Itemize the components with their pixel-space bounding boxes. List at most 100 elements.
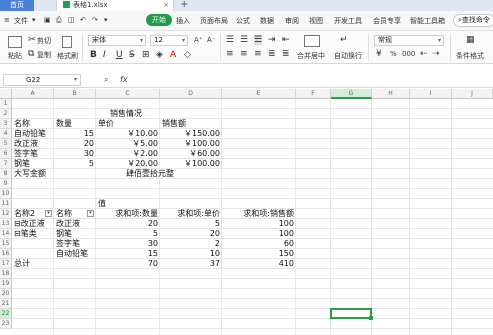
font-name-select[interactable]: 宋体 ▾ bbox=[88, 35, 146, 46]
selected-cell[interactable] bbox=[330, 308, 373, 320]
paste-icon[interactable] bbox=[8, 36, 22, 48]
menu-developer[interactable]: 开发工具 bbox=[334, 16, 362, 26]
currency-icon[interactable]: ¥ bbox=[376, 49, 382, 59]
command-search[interactable]: ⌕查找命令 bbox=[453, 14, 493, 27]
menu-data[interactable]: 数据 bbox=[260, 16, 274, 26]
paste-button[interactable]: 粘贴 bbox=[8, 51, 22, 61]
row-header-5[interactable]: 5 bbox=[0, 139, 12, 149]
font-shrink-button[interactable]: A⁻ bbox=[207, 36, 215, 44]
menu-page-layout[interactable]: 页面布局 bbox=[200, 16, 228, 26]
menu-view[interactable]: 视图 bbox=[309, 16, 323, 26]
percent-button[interactable]: % bbox=[390, 50, 397, 58]
font-size-select[interactable]: 12 ▾ bbox=[150, 35, 188, 46]
row-header-23[interactable]: 23 bbox=[0, 319, 12, 329]
menu-member[interactable]: 会员专享 bbox=[373, 16, 401, 26]
zoom-search-icon[interactable]: ⌕ bbox=[104, 75, 108, 85]
row-header-16[interactable]: 16 bbox=[0, 249, 12, 259]
auto-wrap-button[interactable]: 自动换行 bbox=[334, 51, 362, 61]
column-header-b[interactable]: B bbox=[54, 89, 96, 99]
align-right-icon[interactable]: ≡ bbox=[254, 49, 262, 59]
row-header-3[interactable]: 3 bbox=[0, 119, 12, 129]
tab-home[interactable]: 首页 bbox=[0, 0, 34, 11]
font-color-button[interactable]: A bbox=[170, 50, 176, 60]
border-icon[interactable]: ⊞ bbox=[142, 50, 150, 60]
cut-button[interactable]: 剪切 bbox=[37, 36, 51, 46]
align-middle-icon[interactable]: ☰ bbox=[240, 35, 248, 45]
copy-icon[interactable]: ⧉ bbox=[28, 49, 34, 59]
row-header-19[interactable]: 19 bbox=[0, 279, 12, 289]
italic-button[interactable]: I bbox=[103, 50, 106, 60]
select-all-corner[interactable] bbox=[0, 89, 12, 99]
hamburger-icon[interactable]: ≡ bbox=[4, 16, 10, 24]
chevron-down-icon[interactable]: ▾ bbox=[32, 16, 36, 24]
column-header-d[interactable]: D bbox=[160, 89, 222, 99]
row-header-7[interactable]: 7 bbox=[0, 159, 12, 169]
row-header-17[interactable]: 17 bbox=[0, 259, 12, 269]
fill-handle[interactable] bbox=[369, 316, 373, 320]
menu-start[interactable]: 开始 bbox=[146, 14, 172, 26]
distributed-icon[interactable]: ≣ bbox=[282, 49, 290, 59]
row-header-13[interactable]: 13 bbox=[0, 219, 12, 229]
outdent-icon[interactable]: ⇤ bbox=[282, 35, 290, 45]
row-header-9[interactable]: 9 bbox=[0, 179, 12, 189]
column-header-g[interactable]: G bbox=[331, 89, 372, 99]
menu-insert[interactable]: 插入 bbox=[176, 16, 190, 26]
menu-review[interactable]: 审阅 bbox=[285, 16, 299, 26]
column-header-f[interactable]: F bbox=[296, 89, 331, 99]
row-header-18[interactable]: 18 bbox=[0, 269, 12, 279]
save-icon[interactable]: ▣ bbox=[44, 16, 51, 24]
new-tab-button[interactable]: + bbox=[180, 0, 188, 10]
strikethrough-icon[interactable]: S̶ bbox=[129, 50, 135, 60]
clear-format-icon[interactable]: ◇ bbox=[184, 50, 191, 60]
row-header-4[interactable]: 4 bbox=[0, 129, 12, 139]
menu-formula[interactable]: 公式 bbox=[236, 16, 250, 26]
row-header-11[interactable]: 11 bbox=[0, 199, 12, 209]
row-header-14[interactable]: 14 bbox=[0, 229, 12, 239]
increase-decimal-icon[interactable]: ⇠ bbox=[420, 49, 428, 59]
row-header-22[interactable]: 22 bbox=[0, 309, 12, 319]
conditional-format-icon[interactable]: ▦ bbox=[466, 35, 475, 45]
font-grow-button[interactable]: A⁺ bbox=[194, 36, 202, 44]
indent-icon[interactable]: ⇥ bbox=[268, 35, 276, 45]
name-box[interactable]: G22 ▾ bbox=[3, 74, 81, 86]
menu-file[interactable]: 文件 bbox=[14, 16, 28, 26]
wrap-text-icon[interactable]: ↵ bbox=[340, 35, 348, 45]
filter-dropdown-icon[interactable]: ▾ bbox=[45, 210, 52, 217]
row-header-10[interactable]: 10 bbox=[0, 189, 12, 199]
menu-smart-toolbox[interactable]: 智能工具箱 bbox=[410, 16, 445, 26]
bold-button[interactable]: B bbox=[90, 50, 97, 60]
tab-file[interactable]: 表格1.xlsx × bbox=[56, 0, 174, 11]
column-header-h[interactable]: H bbox=[372, 89, 410, 99]
copy-button[interactable]: 复制 bbox=[37, 50, 51, 60]
undo-icon[interactable]: ↶ bbox=[80, 16, 86, 24]
column-header-a[interactable]: A bbox=[12, 89, 54, 99]
column-header-i[interactable]: I bbox=[410, 89, 452, 99]
row-header-6[interactable]: 6 bbox=[0, 149, 12, 159]
align-center-icon[interactable]: ≡ bbox=[240, 49, 248, 59]
row-header-2[interactable]: 2 bbox=[0, 109, 12, 119]
print-icon[interactable]: ⎙ bbox=[56, 16, 62, 25]
decrease-decimal-icon[interactable]: ⇢ bbox=[432, 49, 440, 59]
row-header-12[interactable]: 12 bbox=[0, 209, 12, 219]
filter-dropdown-icon[interactable]: ▾ bbox=[87, 210, 94, 217]
cut-icon[interactable]: ✂ bbox=[28, 35, 36, 45]
column-header-c[interactable]: C bbox=[96, 89, 160, 99]
row-header-20[interactable]: 20 bbox=[0, 289, 12, 299]
row-header-21[interactable]: 21 bbox=[0, 299, 12, 309]
align-left-icon[interactable]: ≡ bbox=[226, 49, 234, 59]
redo-icon[interactable]: ↷ bbox=[92, 16, 98, 24]
format-painter-icon[interactable] bbox=[62, 36, 72, 48]
column-header-j[interactable]: J bbox=[452, 89, 493, 99]
merge-center-button[interactable]: 合并居中 bbox=[297, 51, 325, 61]
align-bottom-icon[interactable]: ☰ bbox=[254, 35, 263, 45]
preview-icon[interactable]: ◫ bbox=[68, 16, 75, 24]
format-painter-button[interactable]: 格式刷 bbox=[57, 51, 78, 61]
close-tab-icon[interactable]: × bbox=[163, 0, 169, 11]
fill-color-icon[interactable]: ◈ bbox=[156, 50, 163, 60]
thousands-button[interactable]: 000 bbox=[402, 50, 415, 58]
row-header-15[interactable]: 15 bbox=[0, 239, 12, 249]
row-header-8[interactable]: 8 bbox=[0, 169, 12, 179]
spreadsheet-grid[interactable]: ABCDEFGHIJ 1 2 3 4 5 6 7 8 9 10 11 12 13 14 15 16 17 18 19… bbox=[0, 89, 493, 335]
row-header-1[interactable]: 1 bbox=[0, 99, 12, 109]
conditional-format-button[interactable]: 条件格式 bbox=[456, 51, 484, 61]
